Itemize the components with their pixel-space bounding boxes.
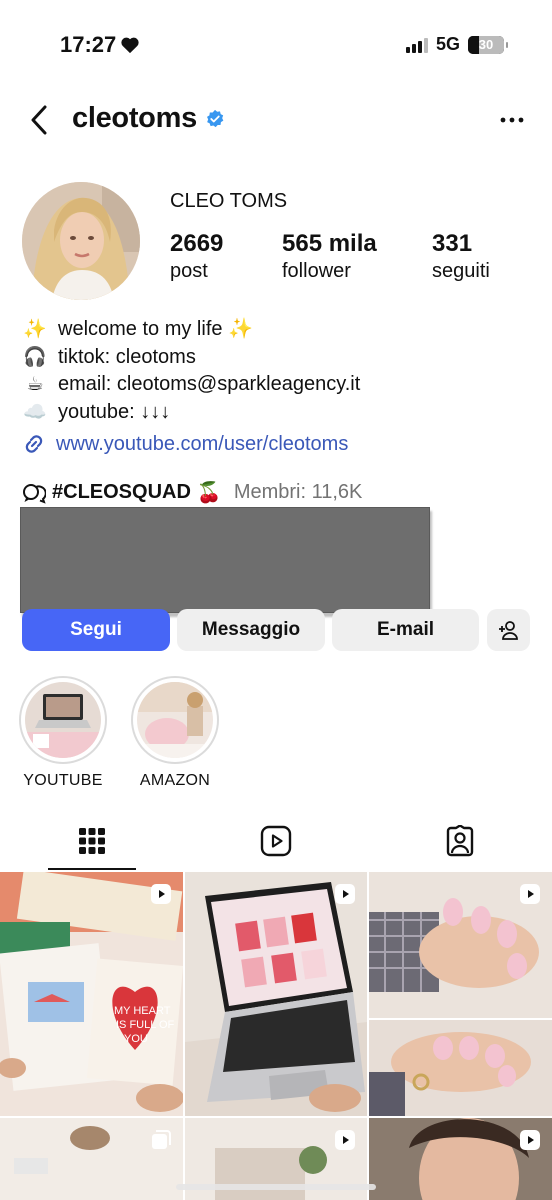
reel-badge-icon xyxy=(335,884,355,904)
redacted-block xyxy=(20,507,430,613)
message-button[interactable]: Messaggio xyxy=(177,609,325,651)
signal-icon xyxy=(405,37,428,53)
highlight-youtube[interactable]: YOUTUBE xyxy=(19,676,107,790)
reel-badge-icon xyxy=(520,1130,540,1150)
grid-post[interactable]: MY HEART IS FULL OF YOU xyxy=(0,872,183,1116)
grid-post[interactable] xyxy=(369,872,552,1116)
add-person-icon xyxy=(498,621,518,640)
avatar-image xyxy=(22,182,140,300)
community-tag: #CLEOSQUAD xyxy=(52,481,191,503)
community-chat[interactable]: #CLEOSQUAD 🍒 Membri: 11,6K xyxy=(22,480,362,505)
more-options-button[interactable] xyxy=(498,106,526,134)
bio-text: tiktok: cleotoms xyxy=(58,345,196,368)
community-icon xyxy=(23,483,46,504)
bio-line: ☁️ youtube: ↓↓↓ xyxy=(22,399,532,427)
suggest-users-button[interactable] xyxy=(487,609,530,651)
highlight-cover xyxy=(137,682,213,758)
sparkles-icon: ✨ xyxy=(23,319,47,340)
bio-link-text: www.youtube.com/user/cleotoms xyxy=(56,432,349,455)
reel-badge-icon xyxy=(335,1130,355,1150)
profile-bio: ✨ welcome to my life ✨ 🎧 tiktok: cleotom… xyxy=(22,316,532,426)
highlight-label: AMAZON xyxy=(139,772,211,789)
chevron-left-icon xyxy=(31,105,47,135)
stat-value: 565 mila xyxy=(282,230,377,257)
highlight-ring xyxy=(131,676,219,764)
reels-icon xyxy=(260,825,292,857)
tab-reels[interactable] xyxy=(184,812,368,870)
bio-text: youtube: ↓↓↓ xyxy=(58,400,171,423)
tab-posts[interactable] xyxy=(0,812,184,870)
back-button[interactable] xyxy=(22,102,56,138)
highlight-cover xyxy=(25,682,101,758)
stat-followers[interactable]: 565 mila follower xyxy=(282,230,432,283)
reel-badge-icon xyxy=(151,884,171,904)
heart-icon xyxy=(121,37,139,54)
username-text: cleotoms xyxy=(72,102,197,134)
follow-button[interactable]: Segui xyxy=(22,609,170,651)
cherry-icon: 🍒 xyxy=(196,482,222,504)
bio-line: 🎧 tiktok: cleotoms xyxy=(22,344,532,372)
active-tab-indicator xyxy=(48,868,136,870)
cloud-icon: ☁️ xyxy=(23,401,47,423)
link-icon xyxy=(25,435,43,453)
verified-badge-icon xyxy=(206,109,224,127)
stat-value: 2669 xyxy=(170,230,224,257)
svg-text:IS FULL OF: IS FULL OF xyxy=(116,1019,175,1031)
highlight-amazon[interactable]: AMAZON xyxy=(131,676,219,790)
grid-post[interactable] xyxy=(185,872,367,1116)
tab-tagged[interactable] xyxy=(368,812,552,870)
svg-text:MY HEART: MY HEART xyxy=(114,1005,171,1017)
stat-label: post xyxy=(170,260,208,282)
network-label: 5G xyxy=(435,34,460,54)
tagged-icon xyxy=(446,825,474,857)
stat-posts[interactable]: 2669 post xyxy=(170,230,282,283)
highlight-label: YOUTUBE xyxy=(23,772,103,789)
carousel-icon xyxy=(152,1130,171,1149)
bio-text: welcome to my life ✨ xyxy=(58,318,253,340)
home-indicator xyxy=(176,1184,376,1190)
status-bar: 17:27 5G 30 xyxy=(0,0,552,90)
grid-post[interactable] xyxy=(0,1118,183,1200)
stat-label: follower xyxy=(282,260,351,282)
profile-full-name: CLEO TOMS xyxy=(170,190,288,212)
posts-grid: MY HEART IS FULL OF YOU xyxy=(0,872,552,1200)
headphones-icon: 🎧 xyxy=(23,346,47,368)
email-button[interactable]: E-mail xyxy=(332,609,479,651)
profile-tabs xyxy=(0,812,552,872)
grid-post[interactable] xyxy=(369,1118,552,1200)
battery-icon: 30 xyxy=(468,35,508,54)
header-username: cleotoms xyxy=(72,102,225,135)
battery-level: 30 xyxy=(478,37,494,52)
status-time: 17:27 xyxy=(60,32,140,58)
grid-icon xyxy=(79,828,105,854)
profile-avatar[interactable] xyxy=(22,182,140,300)
profile-header: cleotoms xyxy=(0,92,552,148)
profile-stats: 2669 post 565 mila follower 331 seguiti xyxy=(170,230,532,283)
stat-value: 331 xyxy=(432,230,473,257)
bio-line: ☕ email: cleotoms@sparkleagency.it xyxy=(22,371,532,399)
stat-label: seguiti xyxy=(432,260,490,282)
reel-badge-icon xyxy=(520,884,540,904)
stat-following[interactable]: 331 seguiti xyxy=(432,230,532,283)
highlight-ring xyxy=(19,676,107,764)
bio-text: email: cleotoms@sparkleagency.it xyxy=(58,373,361,395)
coffee-icon: ☕ xyxy=(26,374,44,395)
bio-link[interactable]: www.youtube.com/user/cleotoms xyxy=(22,432,348,456)
svg-text:YOU: YOU xyxy=(124,1033,148,1045)
status-indicators: 5G 30 xyxy=(405,34,508,55)
more-horizontal-icon xyxy=(500,117,524,123)
community-members: Membri: 11,6K xyxy=(233,481,363,503)
bio-line: ✨ welcome to my life ✨ xyxy=(22,316,532,344)
